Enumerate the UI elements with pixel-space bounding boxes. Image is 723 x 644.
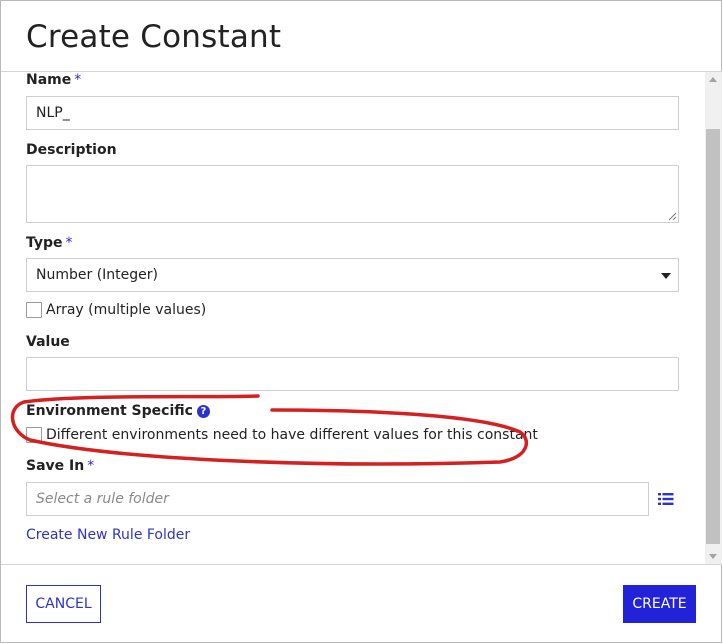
- save-in-label: Save In *: [26, 458, 94, 474]
- dialog-body: Name * NLP_ Description Type * Number (Int…: [1, 72, 705, 564]
- array-checkbox-row[interactable]: Array (multiple values): [26, 302, 206, 318]
- scroll-up-icon[interactable]: [709, 77, 717, 82]
- cancel-button[interactable]: CANCEL: [26, 585, 101, 623]
- rule-folder-placeholder: Select a rule folder: [36, 491, 169, 507]
- required-mark: *: [74, 72, 82, 88]
- save-in-label-text: Save In: [26, 458, 85, 474]
- environment-checkbox-label: Different environments need to have diff…: [46, 427, 538, 443]
- type-select-value: Number (Integer): [36, 267, 158, 283]
- environment-checkbox[interactable]: [26, 427, 42, 443]
- type-label: Type *: [26, 235, 73, 251]
- name-input[interactable]: NLP_: [26, 96, 679, 130]
- chevron-down-icon: [661, 273, 671, 279]
- environment-specific-label: Environment Specific?: [26, 403, 210, 419]
- array-checkbox-label: Array (multiple values): [46, 302, 207, 318]
- create-new-rule-folder-link[interactable]: Create New Rule Folder: [26, 527, 190, 543]
- name-label: Name *: [26, 72, 81, 88]
- array-checkbox[interactable]: [26, 302, 42, 318]
- description-label: Description: [26, 142, 117, 158]
- value-label: Value: [26, 334, 70, 350]
- create-constant-dialog: Create Constant Name * NLP_ Description T…: [0, 0, 722, 643]
- dialog-title: Create Constant: [26, 19, 282, 55]
- type-select[interactable]: Number (Integer): [26, 258, 679, 292]
- resize-handle-icon[interactable]: [668, 212, 677, 221]
- scrollbar[interactable]: [705, 72, 722, 564]
- rule-folder-select[interactable]: Select a rule folder: [26, 482, 649, 516]
- required-mark: *: [87, 458, 95, 474]
- value-input[interactable]: [26, 357, 679, 391]
- name-input-value: NLP_: [36, 105, 70, 121]
- scroll-down-icon[interactable]: [709, 554, 717, 559]
- required-mark: *: [65, 235, 73, 251]
- dialog-header: Create Constant: [1, 1, 722, 72]
- list-icon[interactable]: [658, 492, 674, 506]
- dialog-footer: CANCEL CREATE: [1, 564, 722, 643]
- environment-specific-label-text: Environment Specific: [26, 403, 193, 419]
- scroll-thumb[interactable]: [706, 129, 720, 544]
- create-button[interactable]: CREATE: [623, 585, 696, 623]
- name-label-text: Name: [26, 72, 72, 88]
- help-icon[interactable]: ?: [196, 405, 210, 418]
- type-label-text: Type: [26, 235, 63, 251]
- environment-checkbox-row[interactable]: Different environments need to have diff…: [26, 427, 538, 443]
- description-textarea[interactable]: [26, 165, 679, 223]
